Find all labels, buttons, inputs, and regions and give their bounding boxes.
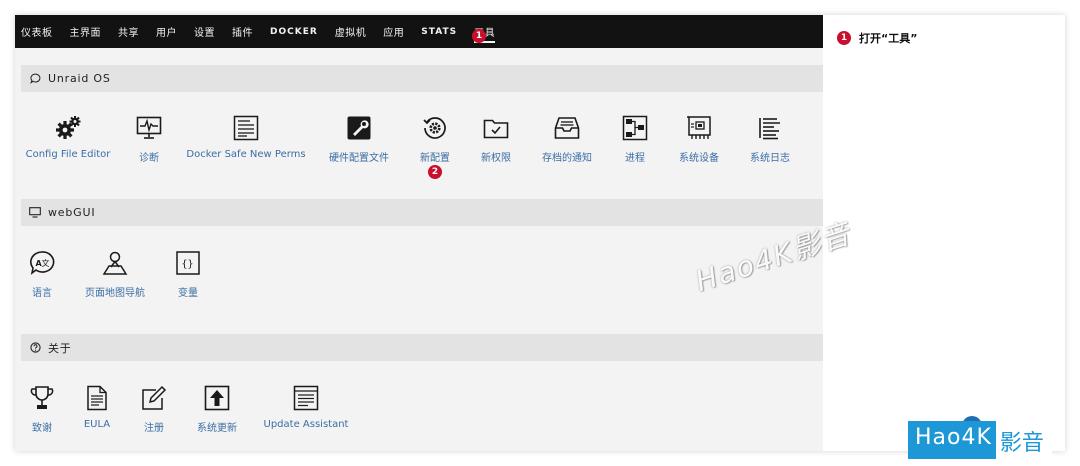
screenshot-frame: 仪表板 主界面 共享 用户 设置 插件 DOCKER 虚拟机 应用 STATS … [15, 15, 1065, 451]
top-navbar: 仪表板 主界面 共享 用户 设置 插件 DOCKER 虚拟机 应用 STATS … [15, 15, 823, 48]
tool-label: 诊断 [139, 153, 159, 164]
translate-bubble-icon: A文 [28, 249, 56, 277]
tool-label: Update Assistant [263, 419, 349, 430]
tool-label: 进程 [625, 153, 645, 164]
document-icon [232, 114, 260, 142]
upload-box-icon [203, 384, 231, 412]
nav-docker[interactable]: DOCKER [270, 27, 318, 37]
step-badge-2: 2 [428, 165, 442, 179]
circuit-board-icon [685, 114, 713, 142]
section-header-unraid-os: Unraid OS [21, 65, 823, 92]
annotation-sidebar: 1 打开“工具” [823, 15, 1065, 451]
nav-apps[interactable]: 应用 [383, 24, 404, 39]
tool-label: 系统更新 [197, 423, 237, 434]
tools-main-panel: Unraid OS Config File Editor 诊断 Docker S… [15, 48, 823, 451]
nav-stats[interactable]: STATS [421, 27, 457, 37]
tool-system-log[interactable]: 系统日志 [715, 114, 825, 164]
svg-text:{}: {} [182, 259, 194, 270]
tool-docker-safe-new-perms[interactable]: Docker Safe New Perms [186, 114, 306, 160]
tool-update-assistant[interactable]: Update Assistant [251, 384, 361, 430]
braces-icon: {} [174, 249, 202, 277]
question-circle-icon [28, 341, 42, 355]
step-badge: 1 [837, 31, 851, 45]
site-logo: Hao4K 影音 [908, 421, 1052, 459]
folder-check-icon [482, 114, 510, 142]
section-title: Unraid OS [48, 72, 111, 85]
chat-bubble-icon [28, 72, 42, 86]
nav-shares[interactable]: 共享 [118, 24, 139, 39]
section-header-about: 关于 [21, 334, 823, 361]
window-lines-icon [292, 384, 320, 412]
tool-label: Docker Safe New Perms [186, 149, 306, 160]
tool-variables[interactable]: {} 变量 [133, 249, 243, 299]
heartbeat-monitor-icon [135, 114, 163, 142]
wrench-icon [345, 114, 373, 142]
nav-dashboard[interactable]: 仪表板 [21, 24, 53, 39]
step-note-text: 打开“工具” [859, 32, 918, 45]
logo-part-1: Hao4K [908, 421, 996, 459]
list-lines-icon [756, 114, 784, 142]
nav-plugins[interactable]: 插件 [232, 24, 253, 39]
nav-settings[interactable]: 设置 [194, 24, 215, 39]
section-title: 关于 [48, 341, 72, 355]
tool-label: 新权限 [481, 153, 511, 164]
tool-label: 语言 [32, 288, 52, 299]
nav-vms[interactable]: 虚拟机 [335, 24, 367, 39]
inbox-tray-icon [553, 114, 581, 142]
svg-text:文: 文 [42, 258, 50, 268]
section-title: webGUI [48, 206, 96, 219]
step-badge-1: 1 [472, 29, 486, 43]
nav-users[interactable]: 用户 [156, 24, 177, 39]
tool-label: 系统设备 [679, 153, 719, 164]
section-header-webgui: webGUI [21, 199, 823, 226]
monitor-icon [28, 206, 42, 220]
logo-part-2: 影音 [995, 421, 1052, 459]
gears-icon [54, 114, 82, 142]
tool-label: 变量 [178, 288, 198, 299]
map-person-icon [101, 249, 129, 277]
tool-label: 注册 [144, 423, 164, 434]
step-note-1: 1 打开“工具” [837, 30, 917, 46]
nav-main[interactable]: 主界面 [70, 24, 102, 39]
tool-label: 系统日志 [750, 153, 790, 164]
